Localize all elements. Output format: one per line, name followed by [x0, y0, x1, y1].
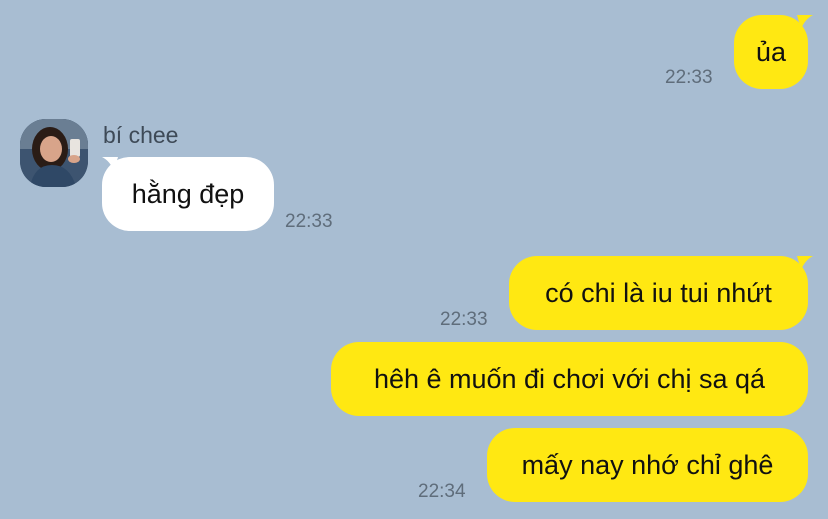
message-text: hằng đẹp	[131, 178, 245, 209]
message-text: mấy nay nhớ chỉ ghê	[521, 449, 774, 480]
message-bubble-outgoing[interactable]: hêh ê muốn đi chơi với chị sa qá	[331, 342, 808, 416]
message-text: hêh ê muốn đi chơi với chị sa qá	[373, 363, 766, 394]
profile-photo-icon	[20, 119, 88, 187]
message-bubble-outgoing[interactable]: có chi là iu tui nhứt	[509, 256, 808, 330]
message-text: ủa	[755, 36, 787, 67]
message-timestamp: 22:33	[285, 211, 333, 232]
bubble-tail-outgoing	[797, 256, 813, 270]
contact-avatar[interactable]	[20, 119, 88, 187]
contact-name: bí chee	[103, 122, 179, 148]
bubble-tail-outgoing	[797, 15, 813, 29]
message-text: có chi là iu tui nhứt	[545, 277, 772, 308]
message-bubble-incoming[interactable]: hằng đẹp	[102, 157, 274, 231]
message-timestamp: 22:33	[665, 67, 713, 88]
message-timestamp: 22:34	[418, 481, 466, 502]
bubble-tail-incoming	[102, 157, 118, 171]
message-bubble-outgoing[interactable]: mấy nay nhớ chỉ ghê	[487, 428, 808, 502]
message-timestamp: 22:33	[440, 309, 488, 330]
